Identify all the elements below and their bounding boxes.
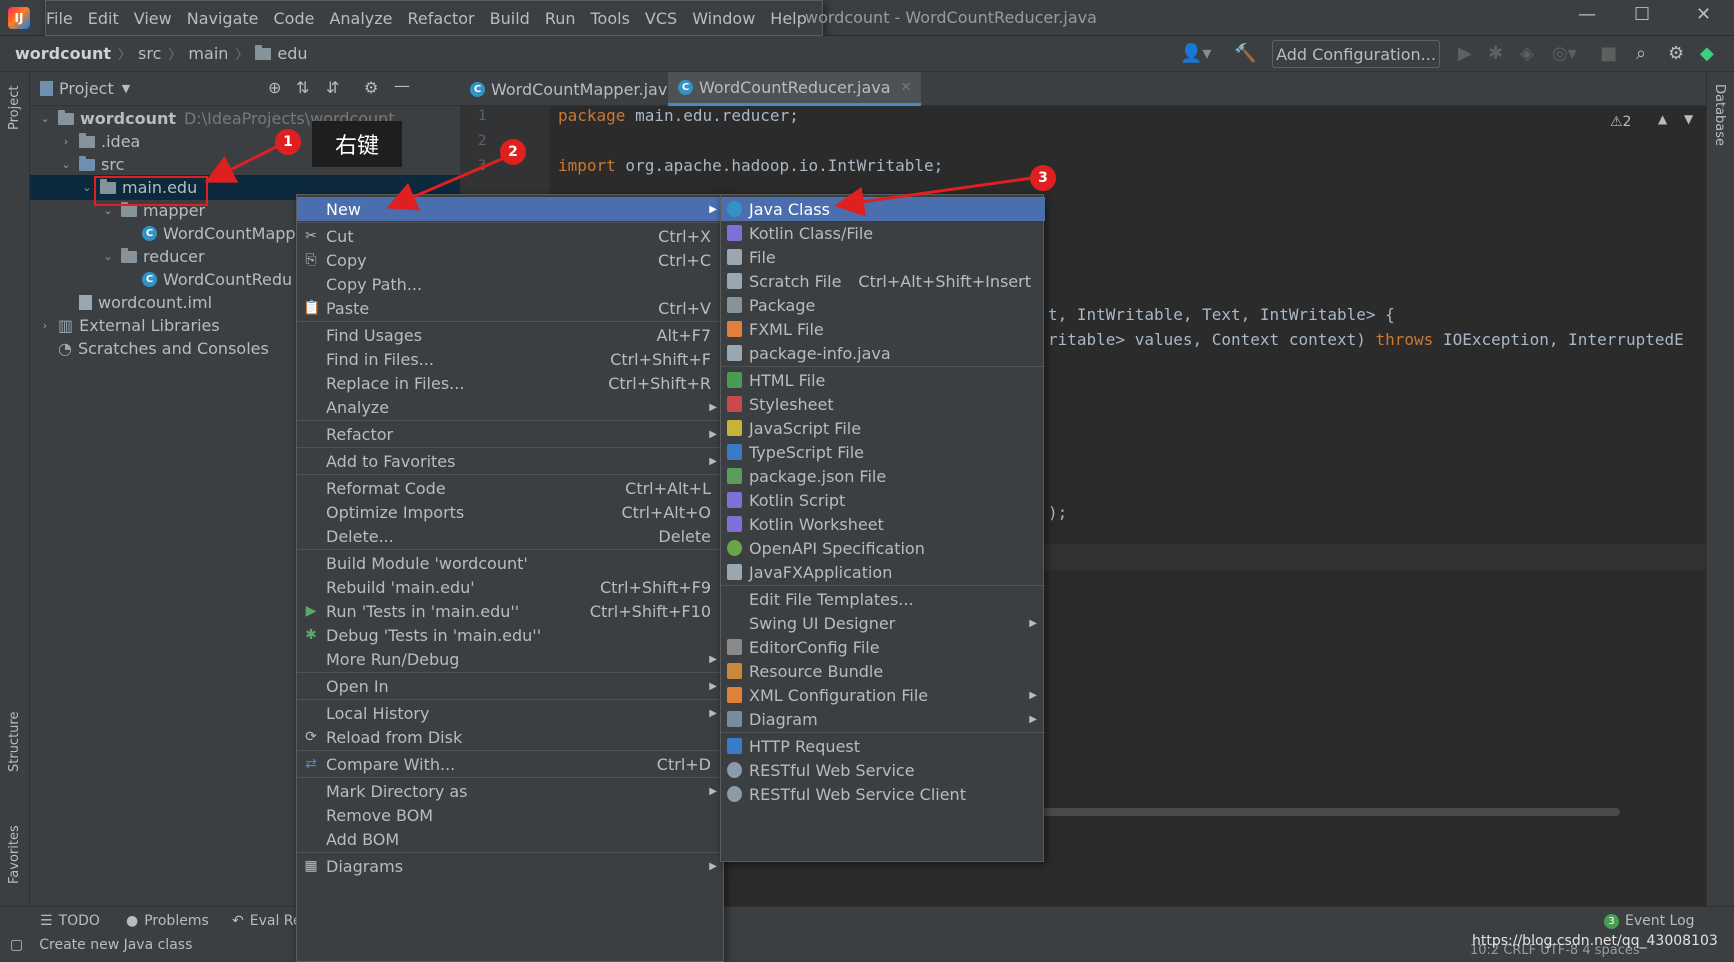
annotation-arrows [204, 144, 1033, 217]
annotation-arrow-2 [386, 156, 505, 211]
annotation-arrow-1 [204, 144, 279, 183]
annotation-arrow-3 [834, 176, 1033, 217]
